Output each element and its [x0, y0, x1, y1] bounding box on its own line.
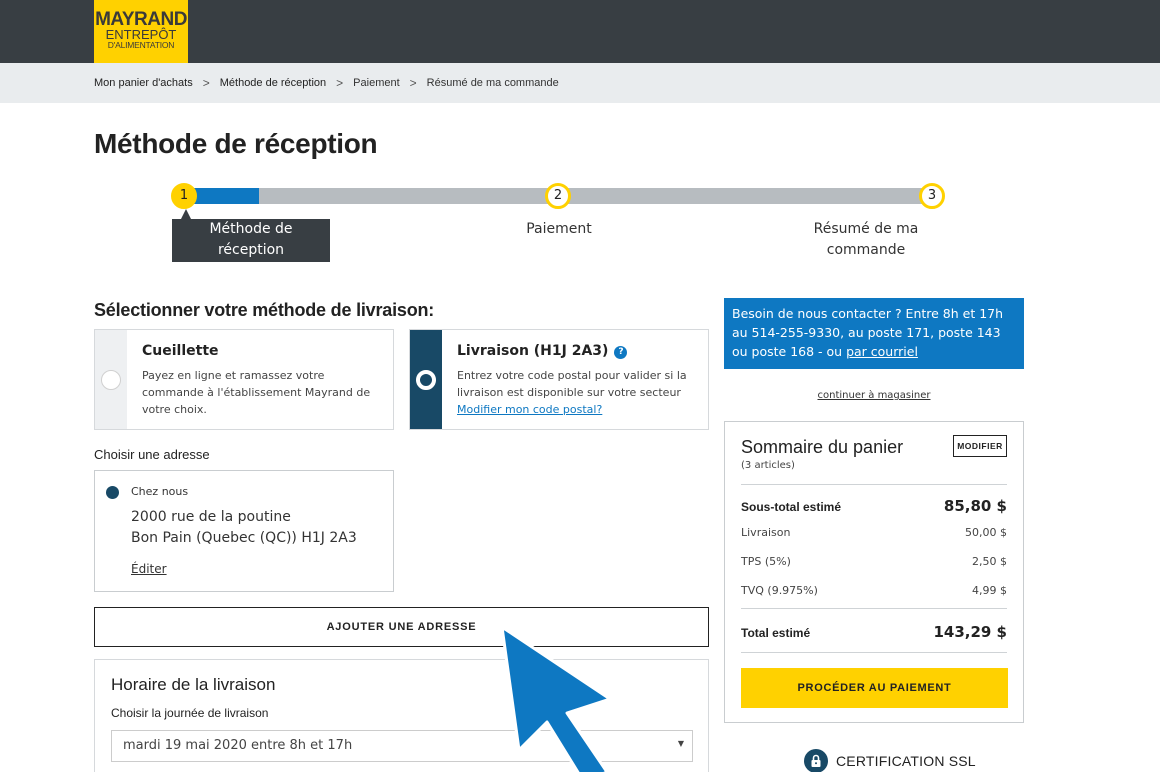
- step-2-number: 2: [545, 183, 571, 209]
- summary-title: Sommaire du panier: [741, 437, 904, 457]
- step-3-number: 3: [919, 183, 945, 209]
- chevron-right-icon: >: [202, 76, 210, 90]
- contact-banner: Besoin de nous contacter ? Entre 8h et 1…: [724, 298, 1024, 369]
- address-line2: Bon Pain (Quebec (QC)) H1J 2A3: [131, 530, 357, 546]
- breadcrumb-payment: Paiement: [353, 77, 400, 89]
- modify-cart-button[interactable]: MODIFIER: [953, 435, 1007, 457]
- summary-item-count: (3 articles): [741, 460, 795, 471]
- shipping-radio[interactable]: [416, 370, 436, 390]
- caret-down-icon: ▼: [677, 739, 684, 748]
- breadcrumb-bar: Mon panier d'achats > Méthode de récepti…: [0, 63, 1160, 103]
- page-title: Méthode de réception: [94, 128, 378, 159]
- pickup-radio[interactable]: [101, 370, 121, 390]
- delivery-method-title: Sélectionner votre méthode de livraison:: [94, 300, 435, 320]
- pickup-title: Cueillette: [142, 343, 219, 359]
- step-1-number: 1: [171, 183, 197, 209]
- lock-icon: [804, 749, 828, 772]
- step-1-label: Méthode de réception: [172, 219, 330, 262]
- pickup-option[interactable]: Cueillette Payez en ligne et ramassez vo…: [94, 329, 394, 430]
- shipping-description: Entrez votre code postal pour valider si…: [457, 369, 687, 399]
- email-contact-link[interactable]: par courriel: [846, 344, 918, 359]
- shipping-row: Livraison 50,00 $: [741, 526, 1007, 539]
- shipping-title: Livraison (H1J 2A3)?: [457, 343, 628, 359]
- address-line1: 2000 rue de la poutine: [131, 509, 291, 525]
- divider: [741, 652, 1007, 653]
- chevron-right-icon: >: [409, 76, 417, 90]
- schedule-title: Horaire de la livraison: [111, 675, 276, 694]
- divider: [741, 484, 1007, 485]
- help-icon[interactable]: ?: [614, 346, 628, 359]
- address-card[interactable]: Chez nous 2000 rue de la poutine Bon Pai…: [94, 470, 394, 592]
- schedule-label: Choisir la journée de livraison: [111, 706, 269, 720]
- address-radio[interactable]: [106, 486, 119, 499]
- proceed-to-payment-button[interactable]: PROCÉDER AU PAIEMENT: [741, 668, 1008, 708]
- breadcrumb: Mon panier d'achats > Méthode de récepti…: [94, 76, 559, 90]
- breadcrumb-summary: Résumé de ma commande: [426, 77, 559, 89]
- pickup-description: Payez en ligne et ramassez votre command…: [142, 369, 371, 416]
- mayrand-logo[interactable]: MAYRAND ENTREPÔT D'ALIMENTATION: [94, 0, 188, 63]
- address-name: Chez nous: [131, 485, 189, 498]
- continue-shopping-link[interactable]: continuer à magasiner: [724, 390, 1024, 401]
- tps-row: TPS (5%) 2,50 $: [741, 555, 1007, 568]
- ssl-certification: CERTIFICATION SSL: [804, 749, 976, 772]
- chevron-right-icon: >: [336, 76, 344, 90]
- edit-address-link[interactable]: Éditer: [131, 562, 167, 576]
- step-3-label: Résumé de ma commande: [813, 221, 919, 258]
- top-bar: MAYRAND ENTREPÔT D'ALIMENTATION: [0, 0, 1160, 63]
- choose-address-label: Choisir une adresse: [94, 447, 210, 462]
- mouse-pointer-icon: [500, 625, 612, 772]
- tvq-row: TVQ (9.975%) 4,99 $: [741, 584, 1007, 597]
- total-row: Total estimé 143,29 $: [741, 623, 1007, 641]
- step-2-label: Paiement: [526, 221, 592, 237]
- breadcrumb-cart[interactable]: Mon panier d'achats: [94, 77, 193, 89]
- shipping-option[interactable]: Livraison (H1J 2A3)? Entrez votre code p…: [409, 329, 709, 430]
- modify-postal-code-link[interactable]: Modifier mon code postal?: [457, 403, 602, 416]
- subtotal-row: Sous-total estimé 85,80 $: [741, 497, 1007, 515]
- divider: [741, 608, 1007, 609]
- breadcrumb-reception[interactable]: Méthode de réception: [220, 77, 326, 89]
- step-pointer: [181, 209, 191, 219]
- ssl-label: CERTIFICATION SSL: [836, 753, 976, 769]
- cart-summary: Sommaire du panier (3 articles) MODIFIER…: [724, 421, 1024, 723]
